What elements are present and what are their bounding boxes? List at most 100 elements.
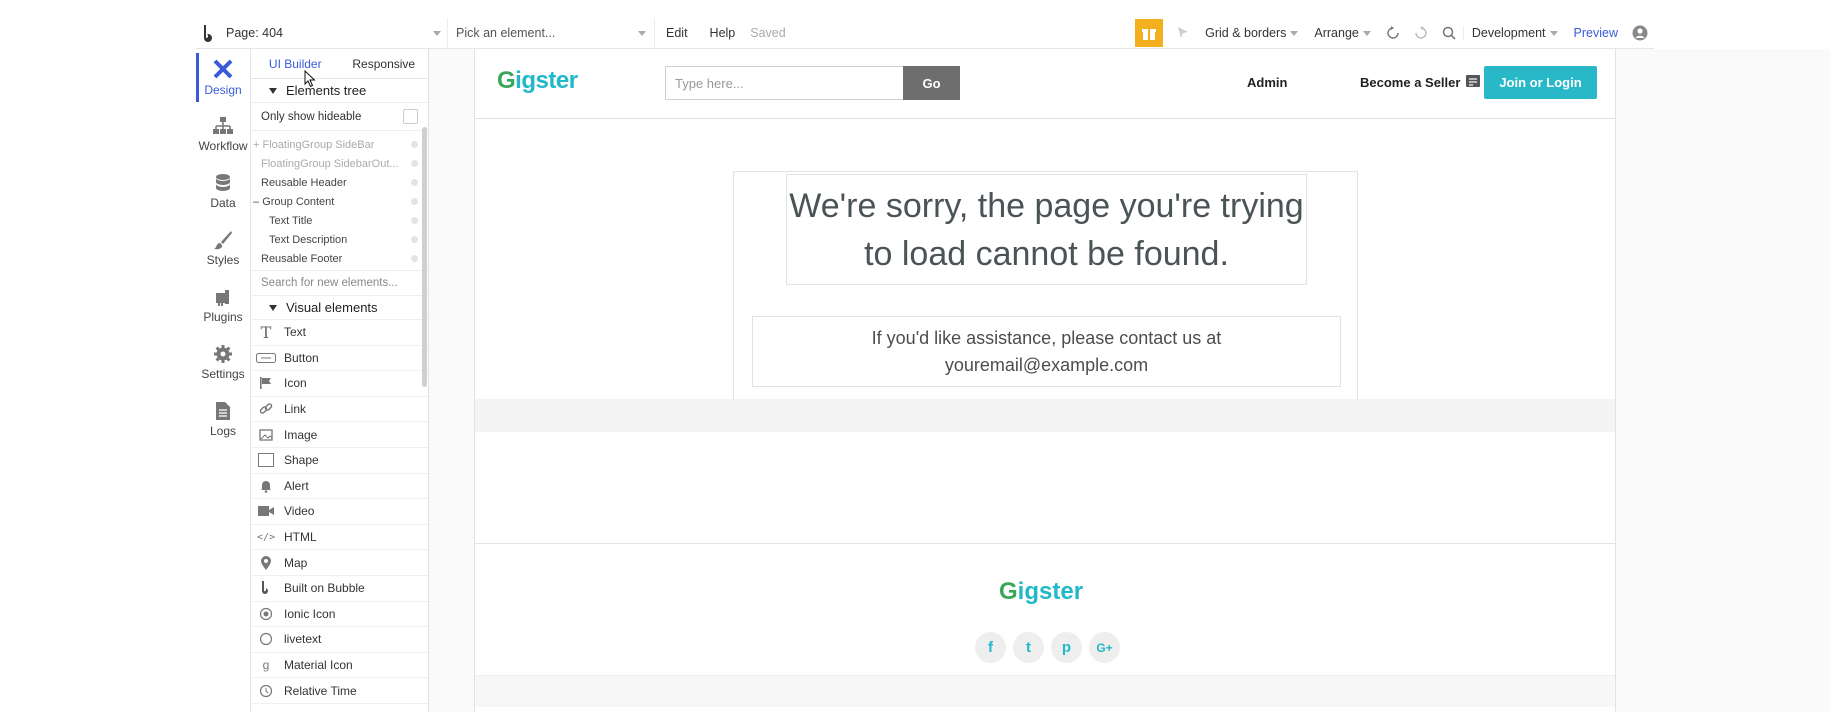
tree-item[interactable]: FloatingGroup SidebarOut...	[251, 154, 428, 173]
clock-icon	[256, 684, 276, 698]
panel-scrollbar[interactable]	[422, 127, 427, 387]
elements-panel: UI Builder Responsive Elements tree Only…	[251, 49, 429, 712]
eye-icon[interactable]	[411, 217, 418, 224]
header-search-input[interactable]: Type here...	[665, 66, 903, 100]
button-icon	[256, 352, 276, 363]
rail-item-plugins[interactable]: Plugins	[196, 277, 250, 334]
join-login-button[interactable]: Join or Login	[1484, 66, 1597, 99]
search-icon[interactable]	[1438, 22, 1460, 44]
environment-selector[interactable]: Development	[1462, 26, 1566, 40]
caret-down-icon	[269, 87, 277, 94]
reusable-header[interactable]: Gigster Type here... Go Admin Become a S…	[475, 49, 1615, 119]
google-plus-icon[interactable]: G+	[1089, 632, 1120, 663]
reusable-footer[interactable]: Gigster f t p G+	[475, 543, 1615, 712]
redo-icon[interactable]	[1410, 22, 1432, 44]
become-seller-link[interactable]: Become a Seller	[1360, 75, 1481, 90]
save-status: Saved	[750, 26, 786, 40]
bell-icon	[256, 479, 276, 493]
eye-icon[interactable]	[411, 198, 418, 205]
group-content[interactable]: We're sorry, the page you're trying to lo…	[733, 171, 1358, 407]
image-icon	[256, 428, 276, 442]
rail-item-data[interactable]: Data	[196, 163, 250, 220]
eye-icon[interactable]	[411, 179, 418, 186]
account-icon[interactable]	[1629, 22, 1651, 44]
tree-item[interactable]: Text Title	[251, 211, 428, 230]
rail-item-logs[interactable]: Logs	[196, 391, 250, 448]
visual-elements-label: Visual elements	[286, 300, 378, 315]
element-image[interactable]: Image	[251, 422, 428, 448]
eye-icon[interactable]	[411, 236, 418, 243]
plug-icon	[216, 290, 229, 306]
grid-borders-menu[interactable]: Grid & borders	[1197, 26, 1306, 40]
element-map[interactable]: Map	[251, 550, 428, 576]
top-bar: Page: 404 Pick an element... Edit Help S…	[196, 18, 1654, 49]
search-elements-input[interactable]: Search for new elements...	[251, 270, 428, 296]
elements-tree-header[interactable]: Elements tree	[251, 79, 428, 103]
twitter-icon[interactable]: t	[1013, 632, 1044, 663]
facebook-icon[interactable]: f	[975, 632, 1006, 663]
rail-item-styles[interactable]: Styles	[196, 220, 250, 277]
bubble-icon	[256, 581, 276, 595]
rail-item-label: Logs	[209, 424, 237, 438]
elements-tree: + FloatingGroup SideBar FloatingGroup Si…	[251, 131, 428, 268]
mouse-cursor-icon	[304, 69, 316, 93]
footer-logo[interactable]: Gigster	[999, 578, 1083, 606]
tree-item[interactable]: + FloatingGroup SideBar	[251, 135, 428, 154]
radio-icon	[256, 607, 276, 621]
tree-item-label: Reusable Footer	[261, 252, 343, 265]
element-picker[interactable]: Pick an element...	[448, 18, 655, 48]
element-text[interactable]: T Text	[251, 320, 428, 346]
eye-icon[interactable]	[411, 255, 418, 262]
undo-icon[interactable]	[1382, 22, 1404, 44]
map-pin-icon	[256, 555, 276, 570]
rail-item-workflow[interactable]: Workflow	[196, 106, 250, 163]
page-selector[interactable]: Page: 404	[220, 18, 448, 48]
element-livetext[interactable]: livetext	[251, 627, 428, 653]
help-menu[interactable]: Help	[699, 26, 747, 40]
element-shape[interactable]: Shape	[251, 448, 428, 474]
document-icon	[216, 402, 230, 420]
element-icon[interactable]: Icon	[251, 371, 428, 397]
tree-item[interactable]: Text Description	[251, 230, 428, 249]
eye-icon[interactable]	[411, 160, 418, 167]
arrange-menu[interactable]: Arrange	[1306, 26, 1378, 40]
tree-item[interactable]: Reusable Header	[251, 173, 428, 192]
text-description[interactable]: If you'd like assistance, please contact…	[752, 316, 1341, 387]
header-logo[interactable]: Gigster	[497, 67, 578, 95]
eye-icon[interactable]	[411, 141, 418, 148]
panel-tabs: UI Builder Responsive	[251, 49, 428, 79]
tree-item-label: + FloatingGroup SideBar	[253, 138, 375, 151]
social-links: f t p G+	[975, 632, 1120, 663]
element-built-on-bubble[interactable]: Built on Bubble	[251, 576, 428, 602]
tree-item-label: Text Title	[269, 214, 313, 227]
element-relative-time[interactable]: Relative Time	[251, 678, 428, 704]
element-button[interactable]: Button	[251, 346, 428, 372]
pinterest-icon[interactable]: p	[1051, 632, 1082, 663]
rail-item-settings[interactable]: Settings	[196, 334, 250, 391]
element-alert[interactable]: Alert	[251, 474, 428, 500]
pointer-icon[interactable]	[1172, 22, 1194, 44]
page-canvas[interactable]: Gigster Type here... Go Admin Become a S…	[474, 49, 1616, 712]
visual-elements-header[interactable]: Visual elements	[251, 296, 428, 320]
gift-icon[interactable]	[1135, 19, 1164, 47]
element-ionic-icon[interactable]: Ionic Icon	[251, 602, 428, 628]
tree-item[interactable]: – Group Content	[251, 192, 428, 211]
flag-icon	[256, 376, 276, 390]
edit-menu[interactable]: Edit	[655, 26, 699, 40]
tab-responsive[interactable]: Responsive	[340, 57, 429, 71]
go-button[interactable]: Go	[903, 66, 960, 100]
element-material-icon[interactable]: g Material Icon	[251, 653, 428, 679]
tree-item-label: Reusable Header	[261, 176, 347, 189]
preview-button[interactable]: Preview	[1566, 26, 1626, 40]
text-title[interactable]: We're sorry, the page you're trying to lo…	[786, 174, 1307, 285]
only-show-hideable-label: Only show hideable	[261, 110, 362, 123]
bubble-logo-icon[interactable]	[198, 22, 220, 44]
admin-link[interactable]: Admin	[1247, 75, 1287, 90]
element-html[interactable]: </> HTML	[251, 525, 428, 551]
only-show-hideable-checkbox[interactable]	[403, 109, 418, 124]
tree-item[interactable]: Reusable Footer	[251, 249, 428, 268]
element-link[interactable]: Link	[251, 397, 428, 423]
rail-item-design[interactable]: Design	[196, 49, 250, 106]
element-video[interactable]: Video	[251, 499, 428, 525]
tab-ui-builder[interactable]: UI Builder	[251, 57, 340, 71]
